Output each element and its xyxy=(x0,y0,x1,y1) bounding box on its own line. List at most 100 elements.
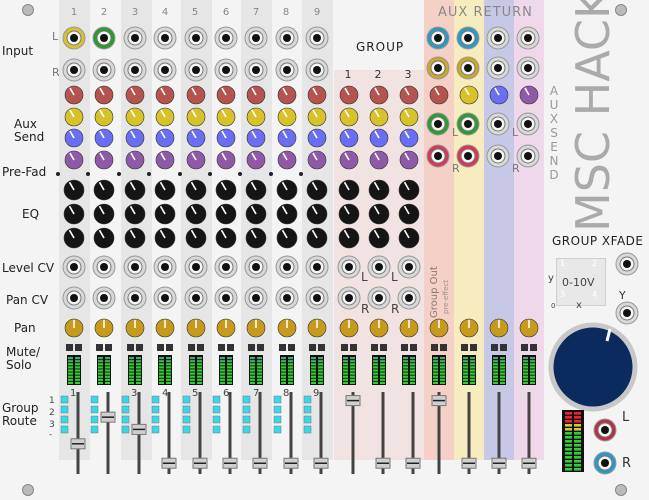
eq-low-knob-9[interactable] xyxy=(306,227,328,249)
pan-cv-jack-7[interactable] xyxy=(244,286,268,310)
eq-high-knob-8[interactable] xyxy=(276,179,298,201)
input-left-jack-9[interactable] xyxy=(305,26,329,50)
level-cv-jack-7[interactable] xyxy=(244,255,268,279)
group-mute-solo-buttons-2[interactable] xyxy=(371,344,387,351)
channel-fader-9[interactable] xyxy=(313,392,329,474)
pan-cv-jack-1[interactable] xyxy=(62,286,86,310)
aux-send-4-knob-9[interactable] xyxy=(307,150,327,170)
mute-solo-buttons-5[interactable] xyxy=(188,344,204,351)
group-aux-send-2-knob-2[interactable] xyxy=(369,107,389,127)
master-volume-knob[interactable] xyxy=(548,322,638,412)
pre-fade-indicator-9[interactable] xyxy=(299,172,303,176)
pre-fade-indicator-8[interactable] xyxy=(269,172,273,176)
xfade-x-cv-jack[interactable] xyxy=(615,252,639,276)
group-route-leds-9[interactable] xyxy=(303,395,312,434)
mute-solo-buttons-2[interactable] xyxy=(96,344,112,351)
aux-send-3-knob-7[interactable] xyxy=(246,128,266,148)
aux-send-4-knob-5[interactable] xyxy=(186,150,206,170)
pan-knob-8[interactable] xyxy=(277,318,297,338)
group-eq-high-knob-1[interactable] xyxy=(338,179,360,201)
aux-return-2-right-jack[interactable] xyxy=(456,144,480,168)
group-fader-1[interactable] xyxy=(345,392,361,474)
level-cv-jack-2[interactable] xyxy=(92,255,116,279)
group-eq-low-knob-2[interactable] xyxy=(368,227,390,249)
aux-return-mute-solo-buttons-2[interactable] xyxy=(461,344,477,351)
aux-send-4-knob-8[interactable] xyxy=(277,150,297,170)
aux-return-mute-solo-buttons-1[interactable] xyxy=(431,344,447,351)
aux-return-mute-solo-buttons-4[interactable] xyxy=(521,344,537,351)
pre-fade-indicator-7[interactable] xyxy=(238,172,242,176)
aux-send-3-knob-1[interactable] xyxy=(64,128,84,148)
input-right-jack-5[interactable] xyxy=(184,58,208,82)
aux-send-2-knob-4[interactable] xyxy=(155,107,175,127)
group-route-leds-6[interactable] xyxy=(212,395,221,434)
channel-fader-8[interactable] xyxy=(283,392,299,474)
eq-high-knob-9[interactable] xyxy=(306,179,328,201)
mute-solo-buttons-4[interactable] xyxy=(157,344,173,351)
aux-return-1-level-knob[interactable] xyxy=(429,85,449,105)
aux-send-1-left-jack[interactable] xyxy=(426,26,450,50)
channel-fader-3[interactable] xyxy=(131,392,147,474)
aux-send-4-knob-2[interactable] xyxy=(94,150,114,170)
group-aux-send-4-knob-1[interactable] xyxy=(339,150,359,170)
group-aux-send-1-knob-3[interactable] xyxy=(399,85,419,105)
aux-send-3-knob-2[interactable] xyxy=(94,128,114,148)
input-right-jack-3[interactable] xyxy=(123,58,147,82)
group-out-right-jack-1[interactable] xyxy=(337,286,361,310)
aux-send-1-knob-5[interactable] xyxy=(186,85,206,105)
aux-send-4-knob-3[interactable] xyxy=(125,150,145,170)
group-aux-send-3-knob-2[interactable] xyxy=(369,128,389,148)
input-right-jack-4[interactable] xyxy=(153,58,177,82)
channel-fader-4[interactable] xyxy=(161,392,177,474)
channel-fader-5[interactable] xyxy=(192,392,208,474)
aux-send-3-knob-4[interactable] xyxy=(155,128,175,148)
main-out-right-jack[interactable] xyxy=(593,451,617,475)
eq-mid-knob-6[interactable] xyxy=(215,203,237,225)
pre-fade-indicator-5[interactable] xyxy=(178,172,182,176)
pan-cv-jack-2[interactable] xyxy=(92,286,116,310)
main-out-left-jack[interactable] xyxy=(593,418,617,442)
pan-cv-jack-5[interactable] xyxy=(184,286,208,310)
aux-send-1-knob-3[interactable] xyxy=(125,85,145,105)
pan-cv-jack-4[interactable] xyxy=(153,286,177,310)
aux-send-3-knob-5[interactable] xyxy=(186,128,206,148)
group-mute-solo-buttons-1[interactable] xyxy=(341,344,357,351)
pan-knob-4[interactable] xyxy=(155,318,175,338)
channel-fader-1[interactable] xyxy=(70,392,86,474)
group-out-left-jack-3[interactable] xyxy=(397,255,421,279)
aux-send-4-knob-6[interactable] xyxy=(216,150,236,170)
aux-return-4-right-jack[interactable] xyxy=(516,144,540,168)
aux-return-fader-3[interactable] xyxy=(491,392,507,474)
aux-send-2-knob-3[interactable] xyxy=(125,107,145,127)
group-route-leds-2[interactable] xyxy=(90,395,99,434)
eq-low-knob-1[interactable] xyxy=(63,227,85,249)
pan-knob-1[interactable] xyxy=(64,318,84,338)
group-fader-2[interactable] xyxy=(375,392,391,474)
aux-send-1-knob-7[interactable] xyxy=(246,85,266,105)
pre-fade-indicator-4[interactable] xyxy=(147,172,151,176)
level-cv-jack-5[interactable] xyxy=(184,255,208,279)
aux-return-3-level-knob[interactable] xyxy=(489,85,509,105)
pan-knob-9[interactable] xyxy=(307,318,327,338)
pan-knob-7[interactable] xyxy=(246,318,266,338)
eq-mid-knob-9[interactable] xyxy=(306,203,328,225)
input-right-jack-1[interactable] xyxy=(62,58,86,82)
aux-return-2-level-knob[interactable] xyxy=(459,85,479,105)
group-aux-send-3-knob-1[interactable] xyxy=(339,128,359,148)
aux-send-3-right-jack[interactable] xyxy=(486,56,510,80)
eq-low-knob-2[interactable] xyxy=(93,227,115,249)
pan-knob-2[interactable] xyxy=(94,318,114,338)
eq-low-knob-4[interactable] xyxy=(154,227,176,249)
pre-fade-indicator-3[interactable] xyxy=(117,172,121,176)
aux-send-3-knob-3[interactable] xyxy=(125,128,145,148)
aux-send-4-knob-4[interactable] xyxy=(155,150,175,170)
aux-return-1-right-jack[interactable] xyxy=(426,144,450,168)
xfade-y-cv-jack[interactable] xyxy=(615,301,639,325)
eq-mid-knob-8[interactable] xyxy=(276,203,298,225)
group-out-right-jack-3[interactable] xyxy=(397,286,421,310)
aux-send-1-knob-1[interactable] xyxy=(64,85,84,105)
mute-solo-buttons-8[interactable] xyxy=(279,344,295,351)
group-eq-high-knob-3[interactable] xyxy=(398,179,420,201)
aux-send-1-knob-8[interactable] xyxy=(277,85,297,105)
eq-mid-knob-7[interactable] xyxy=(245,203,267,225)
